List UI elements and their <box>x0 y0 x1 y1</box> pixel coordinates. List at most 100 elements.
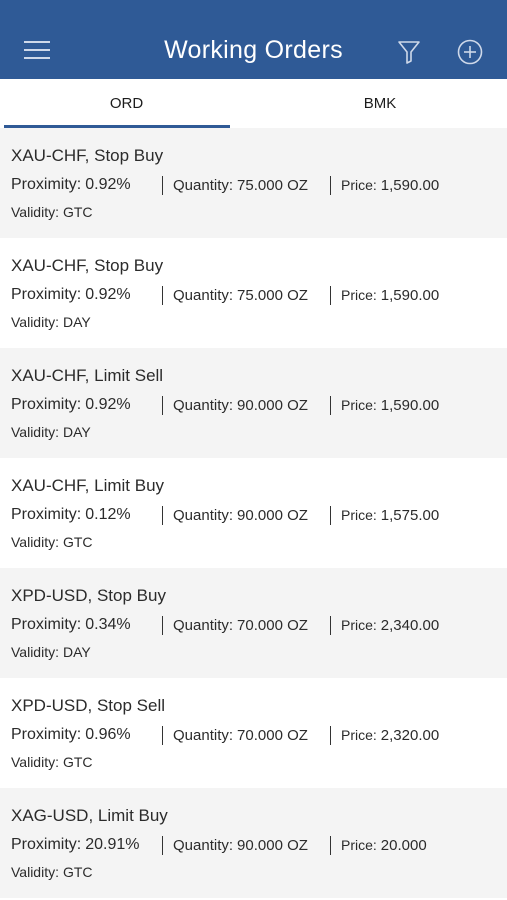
validity-value: DAY <box>62 314 91 330</box>
proximity-value: 0.92% <box>85 176 131 193</box>
quantity: Quantity: 70.000 OZ <box>173 617 308 634</box>
price-value: 20.000 <box>380 837 427 854</box>
quantity: Quantity: 70.000 OZ <box>173 727 308 744</box>
price-value: 1,590.00 <box>380 287 440 304</box>
price-value: 1,590.00 <box>380 177 440 194</box>
price-label: Price: <box>341 287 377 303</box>
divider <box>330 506 331 525</box>
proximity-value: 0.92% <box>85 286 131 303</box>
proximity: Proximity: 0.92% <box>11 286 131 304</box>
quantity-label: Quantity: <box>173 287 234 304</box>
proximity-value: 0.92% <box>85 396 131 413</box>
validity: Validity: DAY <box>11 424 91 440</box>
validity: Validity: GTC <box>11 204 93 220</box>
validity-label: Validity: <box>11 534 59 550</box>
quantity: Quantity: 90.000 OZ <box>173 837 308 854</box>
list-item[interactable]: XAG-USD, Limit Buy Proximity: 20.91% Quanti… <box>0 788 507 898</box>
divider <box>162 836 163 855</box>
validity: Validity: GTC <box>11 864 93 880</box>
quantity-value: 90.000 OZ <box>237 397 308 414</box>
list-item[interactable]: XAU-CHF, Stop Buy Proximity: 0.92% Quantity… <box>0 128 507 238</box>
quantity-label: Quantity: <box>173 507 234 524</box>
price: Price: 1,575.00 <box>341 507 439 524</box>
proximity-label: Proximity: <box>11 616 82 633</box>
quantity-label: Quantity: <box>173 617 234 634</box>
price: Price: 1,590.00 <box>341 287 439 304</box>
price: Price: 20.000 <box>341 837 427 854</box>
list-item[interactable]: XAU-CHF, Stop Buy Proximity: 0.92% Quantity… <box>0 238 507 348</box>
price-label: Price: <box>341 837 377 853</box>
list-item[interactable]: XPD-USD, Stop Sell Proximity: 0.96% Quantit… <box>0 678 507 788</box>
price-value: 2,320.00 <box>380 727 440 744</box>
divider <box>162 726 163 745</box>
price-label: Price: <box>341 177 377 193</box>
quantity-label: Quantity: <box>173 837 234 854</box>
proximity-label: Proximity: <box>11 506 82 523</box>
add-circle-icon[interactable] <box>457 39 483 65</box>
list-item[interactable]: XAU-CHF, Limit Sell Proximity: 0.92% Quanti… <box>0 348 507 458</box>
validity-label: Validity: <box>11 754 59 770</box>
quantity-label: Quantity: <box>173 397 234 414</box>
validity-value: GTC <box>62 864 93 880</box>
quantity-value: 75.000 OZ <box>237 287 308 304</box>
proximity-value: 20.91% <box>85 836 140 853</box>
proximity: Proximity: 0.92% <box>11 176 131 194</box>
proximity-label: Proximity: <box>11 286 82 303</box>
quantity-label: Quantity: <box>173 727 234 744</box>
price: Price: 1,590.00 <box>341 397 439 414</box>
proximity-label: Proximity: <box>11 836 82 853</box>
divider <box>330 396 331 415</box>
divider <box>330 286 331 305</box>
proximity-value: 0.34% <box>85 616 131 633</box>
validity-label: Validity: <box>11 424 59 440</box>
proximity: Proximity: 0.96% <box>11 726 131 744</box>
divider <box>162 176 163 195</box>
order-title: XPD-USD, Stop Sell <box>11 696 165 715</box>
divider <box>162 286 163 305</box>
quantity-value: 70.000 OZ <box>237 617 308 634</box>
quantity-label: Quantity: <box>173 177 234 194</box>
proximity-value: 0.96% <box>85 726 131 743</box>
order-title: XAU-CHF, Stop Buy <box>11 256 164 275</box>
quantity: Quantity: 75.000 OZ <box>173 177 308 194</box>
price: Price: 1,590.00 <box>341 177 439 194</box>
quantity: Quantity: 75.000 OZ <box>173 287 308 304</box>
proximity: Proximity: 0.12% <box>11 506 131 524</box>
proximity-label: Proximity: <box>11 396 82 413</box>
proximity-value: 0.12% <box>85 506 131 523</box>
filter-icon[interactable] <box>397 39 421 65</box>
order-title: XAU-CHF, Limit Sell <box>11 366 164 385</box>
divider <box>330 616 331 635</box>
validity-value: GTC <box>62 754 93 770</box>
validity-value: GTC <box>62 534 93 550</box>
validity-value: DAY <box>62 424 91 440</box>
divider <box>162 506 163 525</box>
divider <box>330 176 331 195</box>
app-header: Working Orders <box>0 0 507 79</box>
quantity-value: 90.000 OZ <box>237 837 308 854</box>
divider <box>162 616 163 635</box>
tab-ord[interactable]: ORD <box>4 79 249 129</box>
list-item[interactable]: XPD-USD, Stop Buy Proximity: 0.34% Quantity… <box>0 568 507 678</box>
quantity-value: 75.000 OZ <box>237 177 308 194</box>
tab-bmk[interactable]: BMK <box>253 79 507 129</box>
validity: Validity: GTC <box>11 754 93 770</box>
quantity: Quantity: 90.000 OZ <box>173 507 308 524</box>
price: Price: 2,340.00 <box>341 617 439 634</box>
list-item[interactable]: XAU-CHF, Limit Buy Proximity: 0.12% Quantit… <box>0 458 507 568</box>
price-label: Price: <box>341 397 377 413</box>
order-title: XPD-USD, Stop Buy <box>11 586 166 605</box>
price-value: 1,575.00 <box>380 507 440 524</box>
price-label: Price: <box>341 507 377 523</box>
proximity: Proximity: 0.92% <box>11 396 131 414</box>
quantity-value: 90.000 OZ <box>237 507 308 524</box>
validity: Validity: DAY <box>11 644 91 660</box>
price-value: 2,340.00 <box>380 617 440 634</box>
validity-label: Validity: <box>11 644 59 660</box>
validity-label: Validity: <box>11 204 59 220</box>
validity-label: Validity: <box>11 864 59 880</box>
divider <box>330 726 331 745</box>
proximity: Proximity: 0.34% <box>11 616 131 634</box>
order-title: XAU-CHF, Limit Buy <box>11 476 165 495</box>
orders-list: XAU-CHF, Stop Buy Proximity: 0.92% Quantity… <box>0 128 507 898</box>
